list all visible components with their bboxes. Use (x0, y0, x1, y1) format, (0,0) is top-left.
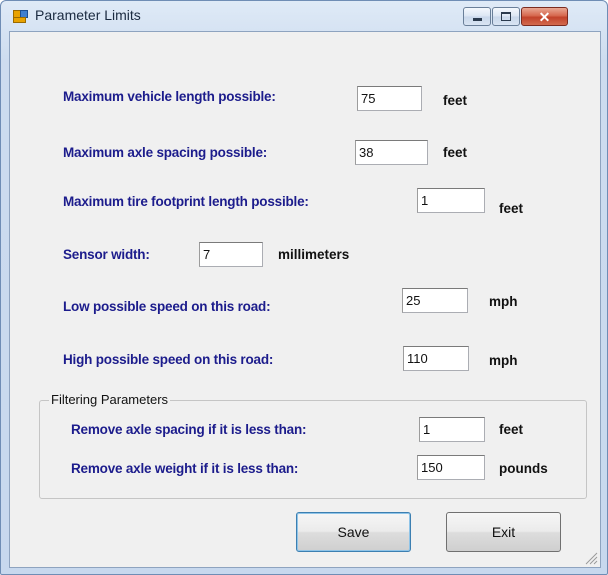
title-bar[interactable]: Parameter Limits ✕ (1, 1, 607, 31)
close-icon: ✕ (538, 8, 551, 25)
high-speed-input[interactable] (403, 346, 469, 371)
max-axle-spacing-label: Maximum axle spacing possible: (63, 145, 268, 160)
filtering-parameters-group: Filtering Parameters (39, 392, 587, 499)
max-tire-footprint-input[interactable] (417, 188, 485, 213)
remove-axle-spacing-label: Remove axle spacing if it is less than: (71, 422, 307, 437)
maximize-icon (501, 12, 511, 21)
remove-axle-weight-label: Remove axle weight if it is less than: (71, 461, 299, 476)
max-tire-footprint-unit: feet (499, 201, 524, 216)
max-vehicle-length-label: Maximum vehicle length possible: (63, 89, 276, 104)
max-vehicle-length-input[interactable] (357, 86, 422, 111)
sensor-width-input[interactable] (199, 242, 263, 267)
maximize-button[interactable] (492, 7, 520, 26)
remove-axle-weight-unit: pounds (499, 461, 548, 476)
remove-axle-spacing-input[interactable] (419, 417, 485, 442)
remove-axle-weight-input[interactable] (417, 455, 485, 480)
high-speed-unit: mph (489, 353, 518, 368)
max-axle-spacing-unit: feet (443, 145, 468, 160)
minimize-button[interactable] (463, 7, 491, 26)
application-icon (13, 10, 28, 24)
sensor-width-unit: millimeters (278, 247, 350, 262)
filtering-parameters-caption: Filtering Parameters (49, 392, 171, 407)
max-tire-footprint-label: Maximum tire footprint length possible: (63, 194, 309, 209)
remove-axle-spacing-unit: feet (499, 422, 524, 437)
max-vehicle-length-unit: feet (443, 93, 468, 108)
sensor-width-label: Sensor width: (63, 247, 150, 262)
exit-button[interactable]: Exit (446, 512, 561, 552)
resize-grip-icon[interactable] (584, 551, 598, 565)
low-speed-label: Low possible speed on this road: (63, 299, 271, 314)
minimize-icon (472, 18, 482, 21)
parameter-limits-window: Parameter Limits ✕ Maximum vehicle lengt… (0, 0, 608, 575)
low-speed-unit: mph (489, 294, 518, 309)
form-client-area: Maximum vehicle length possible: feet Ma… (9, 31, 601, 568)
close-button[interactable]: ✕ (521, 7, 568, 26)
save-button[interactable]: Save (296, 512, 411, 552)
high-speed-label: High possible speed on this road: (63, 352, 274, 367)
low-speed-input[interactable] (402, 288, 468, 313)
window-title: Parameter Limits (35, 7, 141, 23)
max-axle-spacing-input[interactable] (355, 140, 428, 165)
